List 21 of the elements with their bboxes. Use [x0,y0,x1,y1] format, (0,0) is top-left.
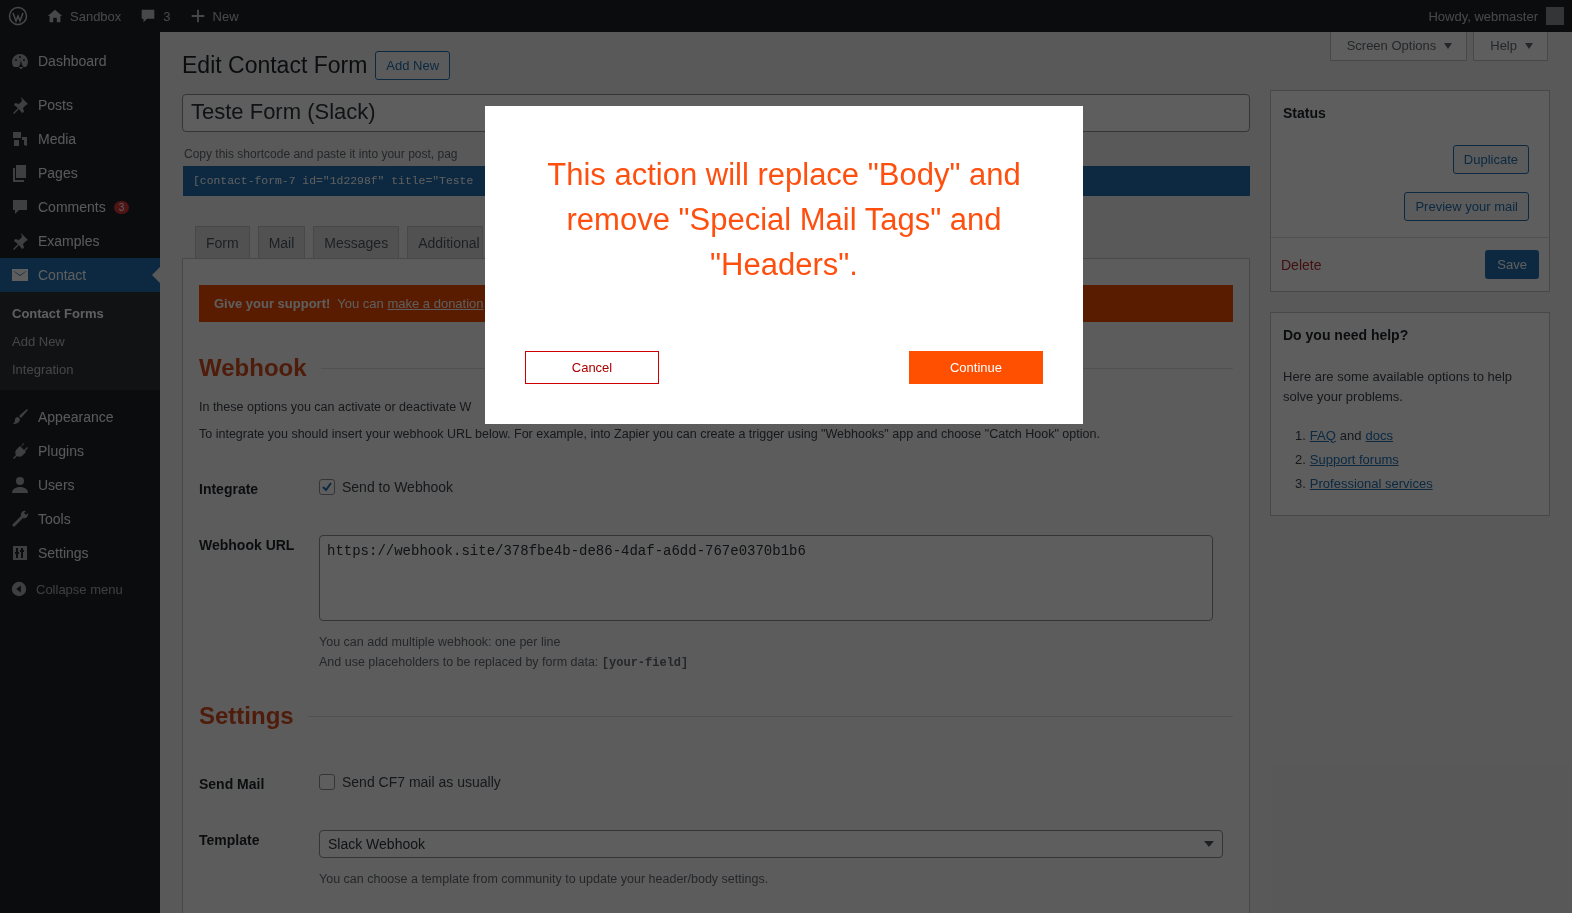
count-badge: 3 [113,200,130,214]
help-text: Here are some available options to help solve your problems. [1282,368,1514,406]
field-label: Integrate [199,480,260,497]
section-heading: Webhook [199,354,307,382]
checkbox-label: Send to Webhook [342,479,454,495]
field-label: Webhook URL [199,536,296,555]
section-heading: Settings [199,702,294,730]
list-number: 2. [1295,451,1306,467]
field-label: Template [199,831,261,850]
list-number: 3. [1295,475,1306,491]
section-description: In these options you can activate or deactivate W [199,400,473,414]
support-text: Give your support! You can make a donation [214,296,484,311]
section-description: To integrate you should insert your webhook URL below. For example, into Zapier you can create a trigger using "Webhooks" app and choose "Catch Hook" option. [199,427,1101,441]
panel-title: Status [1282,104,1327,123]
checkbox-label: Send CF7 mail as usually [342,774,501,790]
page-title: Edit Contact Form [182,52,368,79]
panel-title: Do you need help? [1282,326,1410,345]
field-label: Send Mail [199,775,266,792]
list-text: and [1339,427,1362,443]
dialog-message: This action will replace "Body" and remove "Special Mail Tags" and "Headers". [546,156,1022,284]
list-number: 1. [1295,427,1306,443]
